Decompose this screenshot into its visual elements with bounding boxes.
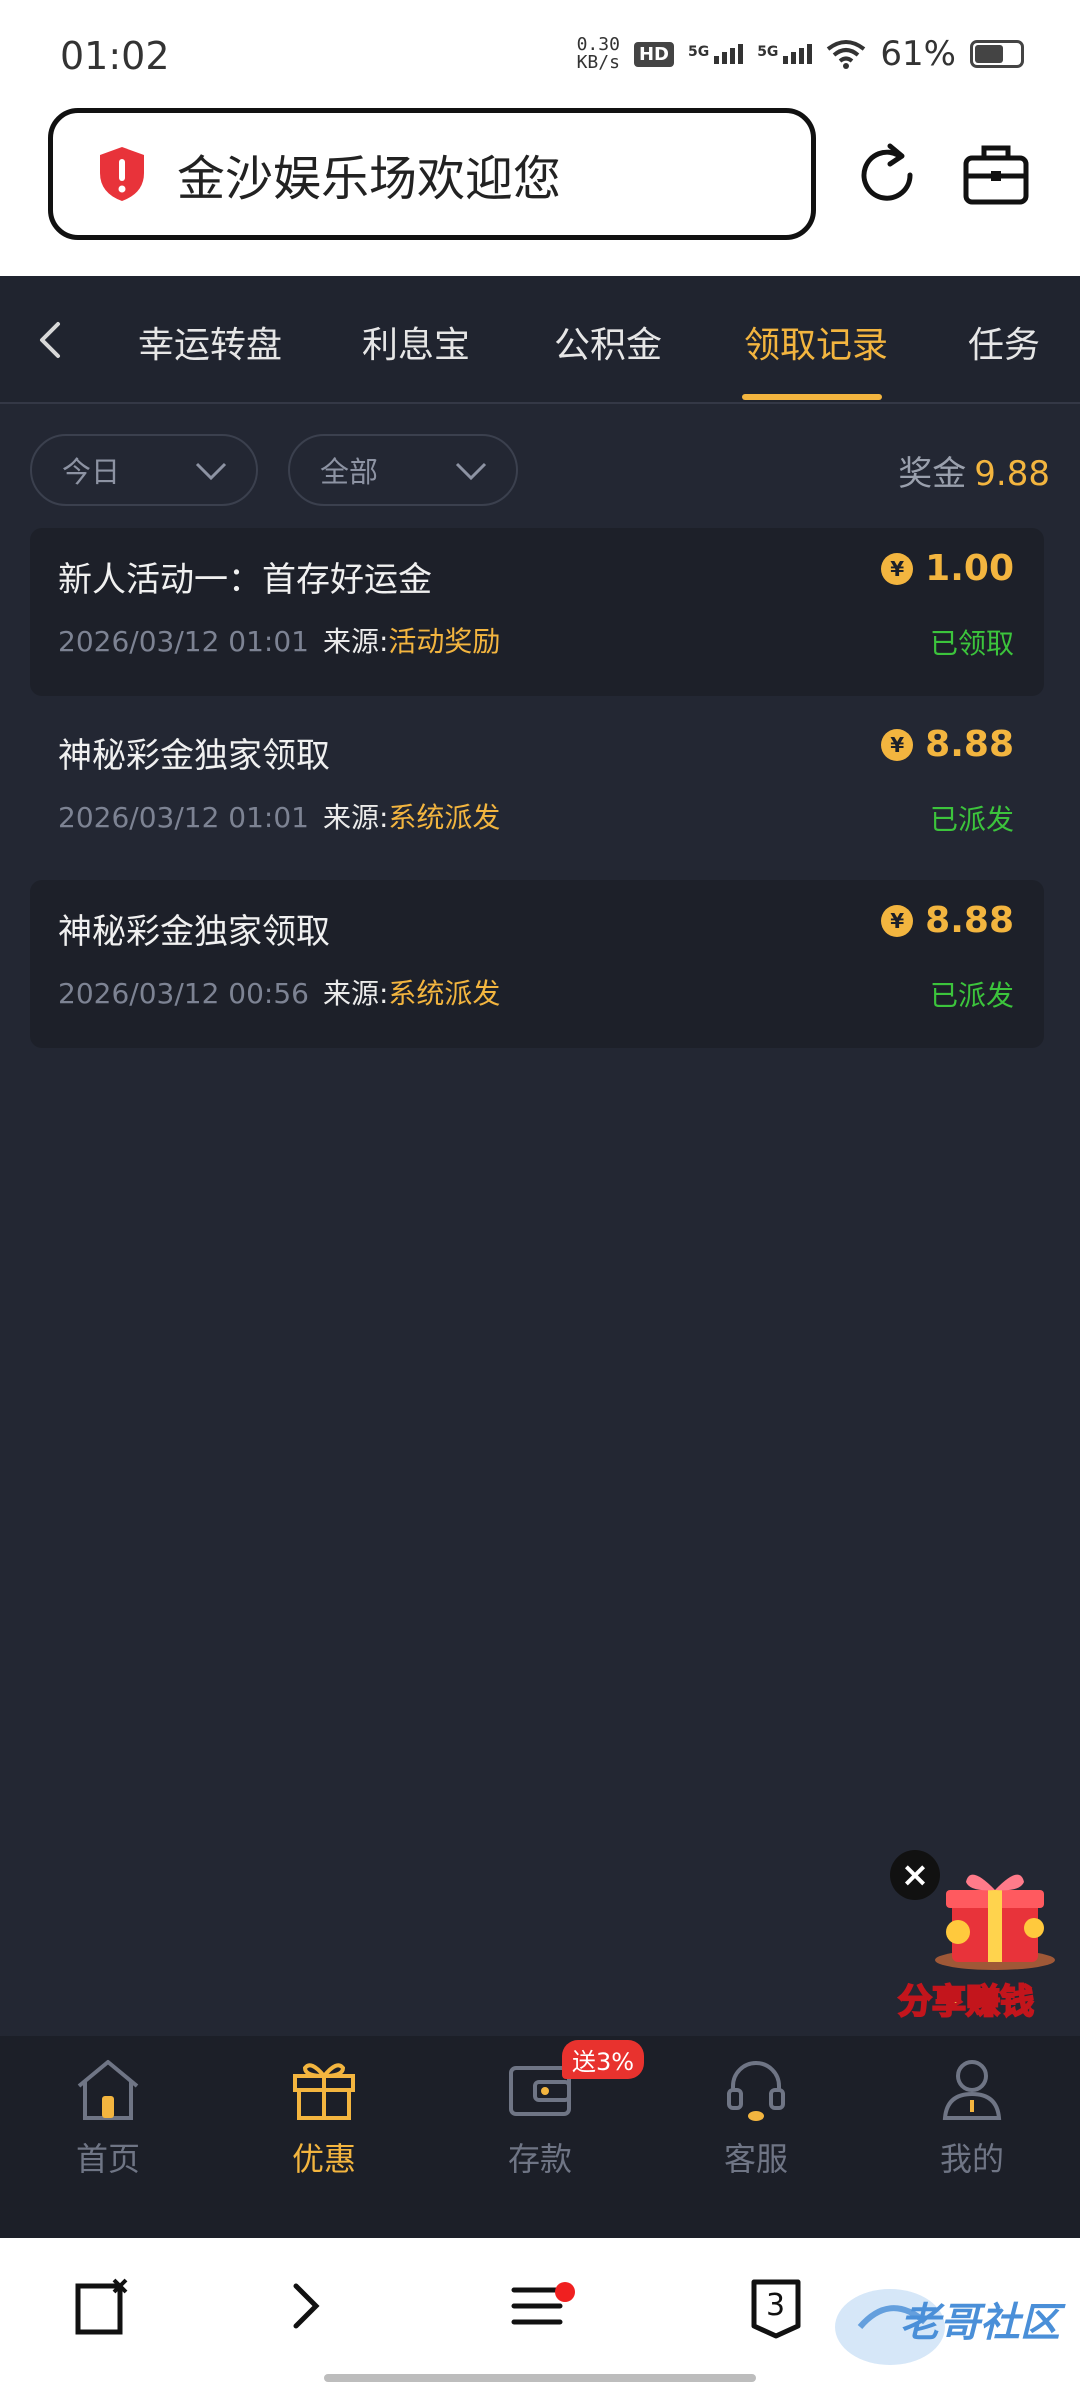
tab-claim-records[interactable]: 领取记录 xyxy=(744,316,888,368)
wifi-icon xyxy=(827,40,866,69)
record-source: 系统派发 xyxy=(388,977,501,1010)
close-tab-icon[interactable] xyxy=(74,2276,130,2336)
bottom-nav: 首页 优惠 存款 送3% 客服 我的 xyxy=(0,2036,1080,2238)
user-icon xyxy=(942,2060,1002,2120)
status-icons: 0.30 KB/s HD 5G 5G 61% xyxy=(577,34,1024,74)
record-source: 系统派发 xyxy=(388,801,501,834)
address-text: 金沙娱乐场欢迎您 xyxy=(177,151,562,207)
signal-icon: 5G xyxy=(687,44,744,64)
record-meta: 2026/03/12 00:56 来源:系统派发 xyxy=(58,972,500,1012)
record-title: 新人活动一：首存好运金 xyxy=(58,560,432,600)
record-source: 活动奖励 xyxy=(388,625,501,658)
bonus-value: 9.88 xyxy=(974,454,1050,494)
signal-1-label: 5G xyxy=(687,44,710,60)
nav-home[interactable]: 首页 xyxy=(38,2056,178,2180)
browser-bottom-bar: 3 老哥社区 xyxy=(0,2238,1080,2388)
deposit-bonus-badge: 送3% xyxy=(562,2040,645,2079)
record-amount-value: 1.00 xyxy=(925,548,1014,589)
close-icon[interactable]: × xyxy=(890,1850,940,1900)
record-time: 2026/03/12 01:01 xyxy=(58,625,309,658)
net-speed: 0.30 KB/s xyxy=(577,36,620,72)
record-source-label: 来源: xyxy=(322,801,389,834)
bonus-label: 奖金 xyxy=(898,454,967,494)
record-source-label: 来源: xyxy=(322,977,389,1010)
gift-icon xyxy=(293,2063,355,2120)
coin-icon: ¥ xyxy=(881,904,914,937)
nav-profile-label: 我的 xyxy=(939,2140,1004,2178)
home-icon xyxy=(77,2060,139,2120)
record-amount-value: 8.88 xyxy=(925,900,1014,941)
nav-home-label: 首页 xyxy=(75,2140,140,2178)
record-status: 已领取 xyxy=(929,627,1014,660)
type-filter-value: 全部 xyxy=(320,455,379,489)
chevron-down-icon xyxy=(195,462,227,481)
signal-2-label: 5G xyxy=(757,44,779,60)
record-time: 2026/03/12 00:56 xyxy=(58,977,309,1010)
watermark-text: 老哥社区 xyxy=(900,2300,1060,2346)
record-status: 已派发 xyxy=(929,803,1014,836)
tab-count: 3 xyxy=(766,2288,786,2323)
date-filter-dropdown[interactable]: 今日 xyxy=(30,434,258,506)
chevron-down-icon xyxy=(455,462,487,481)
record-amount: ¥ 8.88 xyxy=(881,724,1014,765)
coin-icon: ¥ xyxy=(881,728,914,761)
notification-dot xyxy=(555,2282,575,2302)
net-speed-unit: KB/s xyxy=(576,52,620,73)
hd-icon: HD xyxy=(633,41,674,67)
record-meta: 2026/03/12 01:01 来源:系统派发 xyxy=(58,796,500,836)
record-item: 神秘彩金独家领取 2026/03/12 01:01 来源:系统派发 ¥ 8.88 … xyxy=(30,704,1044,872)
record-amount-value: 8.88 xyxy=(925,724,1014,765)
browser-toolbar: 金沙娱乐场欢迎您 xyxy=(0,100,1080,276)
back-arrow-icon[interactable] xyxy=(26,312,72,368)
share-promo-float[interactable]: 分享赚钱 × xyxy=(890,1850,1070,2023)
status-time: 01:02 xyxy=(60,34,170,78)
record-title: 神秘彩金独家领取 xyxy=(58,912,330,952)
signal-icon-2: 5G xyxy=(757,44,813,64)
record-title: 神秘彩金独家领取 xyxy=(58,736,330,776)
tab-lucky-wheel[interactable]: 幸运转盘 xyxy=(138,316,282,368)
record-time: 2026/03/12 01:01 xyxy=(58,801,309,834)
date-filter-value: 今日 xyxy=(62,455,121,489)
record-item: 新人活动一：首存好运金 2026/03/12 01:01 来源:活动奖励 ¥ 1.… xyxy=(30,528,1044,696)
forward-arrow-icon[interactable] xyxy=(286,2276,326,2336)
nav-support-label: 客服 xyxy=(723,2140,788,2178)
headset-icon xyxy=(727,2061,785,2121)
toolbox-icon[interactable] xyxy=(960,138,1032,210)
nav-promotions-label: 优惠 xyxy=(291,2140,356,2178)
promo-text: 分享赚钱 xyxy=(897,1981,1035,2023)
address-bar[interactable]: 金沙娱乐场欢迎您 xyxy=(48,108,816,240)
security-warning-icon xyxy=(100,147,144,201)
record-meta: 2026/03/12 01:01 来源:活动奖励 xyxy=(58,620,500,660)
status-bar: 01:02 0.30 KB/s HD 5G 5G 61% xyxy=(0,0,1080,100)
active-tab-indicator xyxy=(742,394,882,400)
record-source-label: 来源: xyxy=(322,625,389,658)
nav-profile[interactable]: 我的 xyxy=(902,2056,1042,2180)
nav-support[interactable]: 客服 xyxy=(686,2056,826,2180)
nav-deposit-label: 存款 xyxy=(507,2140,572,2178)
type-filter-dropdown[interactable]: 全部 xyxy=(288,434,518,506)
record-status: 已派发 xyxy=(929,979,1014,1012)
record-item: 神秘彩金独家领取 2026/03/12 00:56 来源:系统派发 ¥ 8.88 … xyxy=(30,880,1044,1048)
record-amount: ¥ 8.88 xyxy=(881,900,1014,941)
tab-fund[interactable]: 公积金 xyxy=(554,316,662,368)
promo-tab-bar: 幸运转盘 利息宝 公积金 领取记录 任务 xyxy=(0,276,1080,404)
gift-box-icon xyxy=(935,1874,1055,1970)
record-amount: ¥ 1.00 xyxy=(881,548,1014,589)
tab-tasks[interactable]: 任务 xyxy=(968,316,1040,368)
nav-promotions[interactable]: 优惠 xyxy=(254,2056,394,2180)
battery-icon xyxy=(970,40,1024,68)
reload-icon[interactable] xyxy=(852,140,922,210)
battery-percent: 61% xyxy=(880,34,956,74)
tab-interest[interactable]: 利息宝 xyxy=(362,316,470,368)
home-indicator[interactable] xyxy=(324,2374,756,2382)
bonus-total: 奖金 9.88 xyxy=(898,446,1050,495)
coin-icon: ¥ xyxy=(881,552,914,585)
